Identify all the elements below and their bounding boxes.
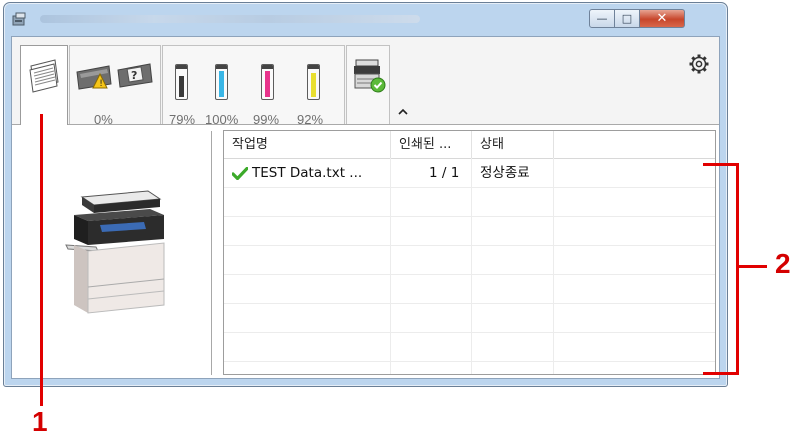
table-row [224,217,715,246]
table-row [224,275,715,304]
callout-2-label: 2 [775,248,791,279]
minimize-icon: — [596,12,608,25]
toner-cyan-level: 100% [205,112,239,127]
callout-1-line [40,114,43,406]
window-title [40,15,420,23]
status-cell: 정상종료 [480,165,530,181]
printer-icon [65,190,165,314]
job-name-cell: TEST Data.txt ... [252,165,363,181]
table-row [224,246,715,275]
callout-1-label: 1 [32,406,48,437]
document-stack-icon [29,59,59,93]
table-row [224,333,715,362]
job-list-header: 작업명 인쇄된 ... 상태 [224,131,715,159]
close-icon: ✕ [656,11,668,26]
minimize-button[interactable]: — [589,9,615,28]
toner-yellow-icon [307,64,320,100]
maximize-icon: □ [621,12,633,25]
maximize-button[interactable]: □ [615,9,640,28]
toner-magenta-level: 99% [253,112,280,127]
callout-2-bracket-top [703,163,739,166]
column-header-printed[interactable]: 인쇄된 ... [391,131,472,158]
pane-splitter[interactable] [211,131,212,375]
toner-black-icon [175,64,188,100]
chevron-up-icon[interactable] [397,107,409,117]
toner-magenta-icon [261,64,274,100]
status-monitor-window: — □ ✕ ! ? 0% 79% 100% 99% 92% 작업명 인쇄된 ..… [3,2,728,387]
table-row [224,304,715,333]
callout-2-pointer [739,265,767,268]
client-area: ! ? 0% 79% 100% 99% 92% 작업명 인쇄된 ... 상태 T… [11,36,720,379]
printed-count-cell: 1 / 1 [429,165,460,181]
table-row [224,188,715,217]
tab-jobs[interactable] [20,45,68,125]
checkmark-icon [232,167,248,180]
app-icon [12,12,26,26]
toner-cyan-icon [215,64,228,100]
gear-icon[interactable] [688,53,710,75]
toolbar: ! ? 0% 79% 100% 99% 92% [12,37,719,127]
column-header-job-name[interactable]: 작업명 [224,131,391,158]
column-header-status[interactable]: 상태 [472,131,554,158]
tab-toner[interactable]: 79% 100% 99% 92% [162,45,345,127]
device-ok-icon [354,59,386,93]
tab-device[interactable] [346,45,390,124]
callout-2-bracket-side [736,163,739,375]
printer-warning-icon: ! ? [76,63,153,90]
toner-yellow-level: 92% [297,112,324,127]
table-row[interactable]: TEST Data.txt ... 1 / 1 정상종료 [224,159,715,188]
tab-alerts[interactable]: ! ? 0% [69,45,161,127]
title-bar[interactable]: — □ ✕ [4,3,727,35]
callout-2-bracket-bottom [703,372,739,375]
job-list: 작업명 인쇄된 ... 상태 TEST Data.txt ... 1 / 1 정… [223,130,716,375]
svg-text:?: ? [131,69,137,82]
close-button[interactable]: ✕ [640,9,685,28]
svg-text:!: ! [99,79,103,89]
